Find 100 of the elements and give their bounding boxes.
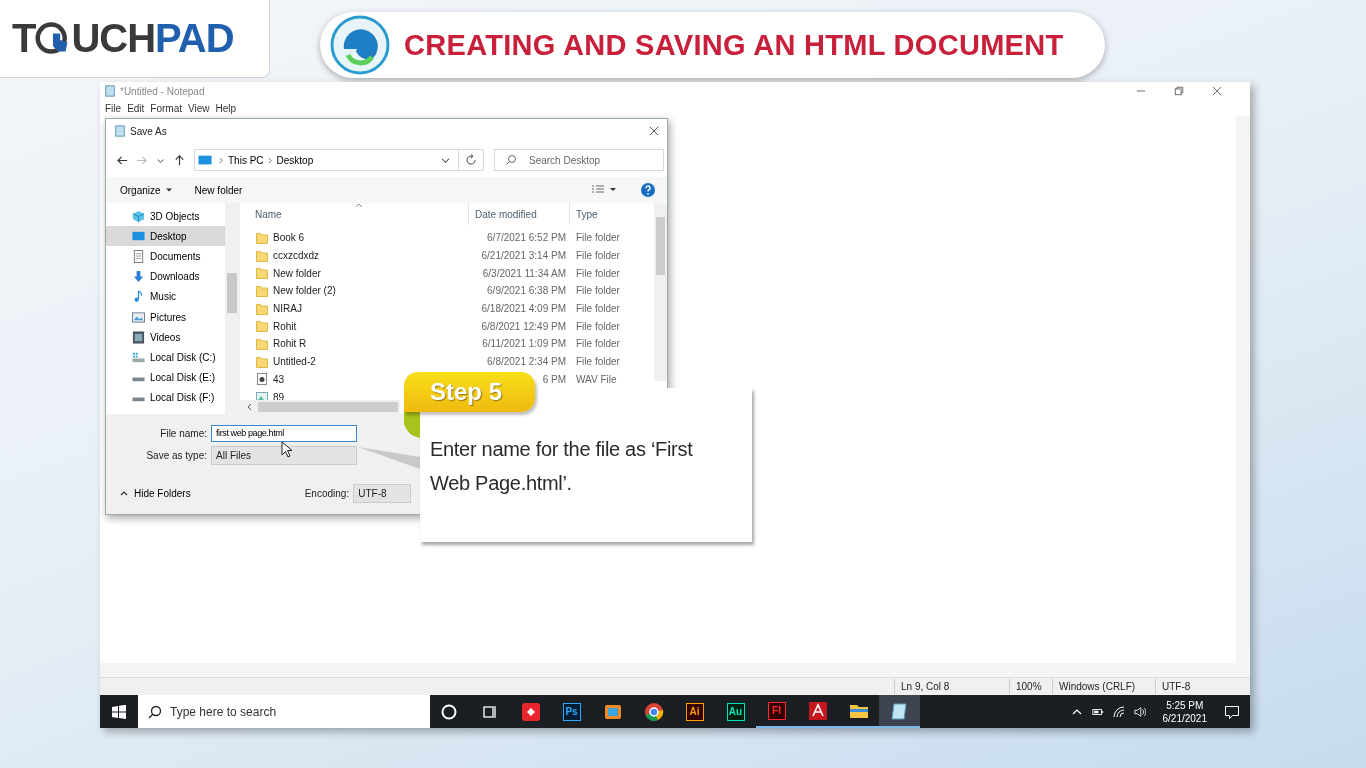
help-icon[interactable] bbox=[641, 183, 655, 197]
address-bar[interactable]: This PC Desktop bbox=[194, 149, 484, 171]
cube-icon bbox=[132, 209, 145, 223]
file-type-dropdown[interactable]: All Files bbox=[211, 445, 357, 465]
file-name[interactable]: Rohit bbox=[273, 320, 297, 332]
field-label: File name: bbox=[159, 427, 208, 439]
image-file-icon bbox=[256, 391, 268, 400]
column-header[interactable]: Name bbox=[240, 203, 469, 225]
cursor-icon bbox=[281, 441, 295, 459]
menu-item[interactable]: Format bbox=[147, 102, 186, 114]
folder-icon bbox=[256, 320, 268, 333]
pdf-app-icon bbox=[807, 700, 828, 721]
taskbar-app-button[interactable]: Ps bbox=[551, 695, 592, 728]
hide-folders-button[interactable]: Hide Folders bbox=[114, 486, 197, 500]
search-field[interactable]: Type here to search bbox=[138, 695, 430, 728]
date-modified: 6/8/2021 12:49 PM bbox=[481, 320, 566, 332]
caret-down-icon bbox=[164, 187, 173, 193]
taskbar-app-button[interactable]: Fl bbox=[756, 695, 797, 728]
menu-item[interactable]: Edit bbox=[124, 102, 148, 114]
nav-item[interactable]: Videos bbox=[106, 327, 225, 348]
download-arrow-icon bbox=[132, 270, 145, 284]
nav-item[interactable]: 3D Objects bbox=[106, 206, 225, 227]
nav-item[interactable]: Documents bbox=[106, 246, 225, 267]
nav-item[interactable]: Local Disk (C:) bbox=[106, 347, 225, 368]
dialog-title: Save As bbox=[130, 125, 167, 137]
chevron-up-icon bbox=[120, 490, 128, 496]
folder-icon bbox=[256, 355, 268, 368]
menu-item[interactable]: Help bbox=[212, 102, 240, 114]
date-modified: 6/3/2021 11:34 AM bbox=[482, 267, 566, 279]
desktop-icon bbox=[132, 229, 145, 243]
document-icon bbox=[132, 249, 145, 263]
date-modified: 6/7/2021 6:52 PM bbox=[487, 232, 566, 244]
file-name[interactable]: Untitled-2 bbox=[273, 356, 316, 368]
menu-item[interactable]: View bbox=[185, 102, 213, 114]
search-field[interactable]: Search Desktop bbox=[494, 149, 664, 171]
view-options-button[interactable] bbox=[591, 185, 617, 195]
taskbar-app-button[interactable] bbox=[879, 695, 920, 728]
close-button[interactable] bbox=[1212, 86, 1222, 96]
file-name[interactable]: Rohit R bbox=[273, 338, 307, 350]
notification-icon[interactable] bbox=[1224, 703, 1240, 720]
ribbon-fold-drawing bbox=[404, 410, 420, 438]
folder-icon bbox=[256, 231, 268, 244]
column-header[interactable]: Type bbox=[570, 203, 604, 225]
field-label: Save as type: bbox=[145, 449, 208, 461]
date-modified: 6 PM bbox=[542, 373, 566, 385]
breadcrumb-item[interactable]: This PC bbox=[228, 154, 264, 166]
file-name[interactable]: Book 6 bbox=[273, 232, 305, 244]
folder-icon bbox=[256, 302, 268, 315]
app-icon bbox=[520, 701, 541, 722]
swirl-icon bbox=[330, 15, 390, 75]
up-button[interactable] bbox=[173, 153, 186, 167]
status-text: Windows (CRLF) bbox=[1052, 679, 1155, 694]
breadcrumb-item[interactable]: Desktop bbox=[276, 154, 314, 166]
file-name[interactable]: 89 bbox=[273, 391, 285, 400]
nav-item[interactable]: Local Disk (F:) bbox=[106, 387, 225, 408]
sort-caret-icon bbox=[355, 203, 363, 208]
folder-icon bbox=[256, 284, 268, 297]
file-name[interactable]: 43 bbox=[273, 373, 285, 385]
file-name[interactable]: New folder bbox=[273, 267, 321, 279]
notepad-icon bbox=[114, 125, 126, 137]
new-folder-button[interactable]: New folder bbox=[190, 184, 247, 196]
nav-item[interactable]: Local Disk (E:) bbox=[106, 367, 225, 388]
circle-icon bbox=[439, 702, 458, 721]
monitor-icon bbox=[198, 154, 212, 166]
organize-button[interactable]: Organize bbox=[116, 184, 177, 196]
clock-button[interactable]: 5:25 PM 6/21/2021 bbox=[1154, 698, 1215, 725]
nav-item[interactable]: Desktop bbox=[106, 226, 225, 247]
file-type: File folder bbox=[576, 303, 620, 315]
caret-down-icon[interactable] bbox=[441, 156, 450, 164]
file-name[interactable]: ccxzcdxdz bbox=[273, 250, 320, 262]
callout-text: Enter name for the file as ‘First Web Page.html’. bbox=[430, 437, 694, 496]
file-name[interactable]: New folder (2) bbox=[273, 285, 336, 297]
step-badge: Step 5 bbox=[404, 372, 535, 412]
column-header[interactable]: Date modified bbox=[469, 203, 570, 225]
menu-item[interactable]: File bbox=[102, 102, 125, 114]
logo: T UCHPAD bbox=[12, 16, 234, 61]
volume-icon[interactable] bbox=[1133, 705, 1146, 718]
music-note-icon bbox=[132, 290, 145, 304]
taskbar-app-button[interactable]: Au bbox=[715, 695, 756, 728]
wifi-icon[interactable] bbox=[1112, 705, 1125, 718]
encoding-dropdown[interactable]: UTF-8 bbox=[353, 483, 412, 503]
file-type: File folder bbox=[576, 320, 620, 332]
callout-pointer bbox=[358, 447, 420, 469]
nav-item[interactable]: Downloads bbox=[106, 266, 225, 287]
window-title: *Untitled - Notepad bbox=[120, 85, 205, 97]
file-type: File folder bbox=[576, 250, 620, 262]
file-type: File folder bbox=[576, 267, 620, 279]
search-input[interactable]: Search Desktop bbox=[527, 153, 661, 167]
status-text: 100% bbox=[1009, 679, 1052, 694]
restore-button[interactable] bbox=[1174, 86, 1184, 96]
nav-item[interactable]: Pictures bbox=[106, 306, 225, 328]
search-input[interactable]: Type here to search bbox=[170, 696, 420, 727]
taskbar-app-button[interactable]: Ai bbox=[674, 695, 715, 728]
file-name[interactable]: NIRAJ bbox=[273, 303, 302, 315]
close-button[interactable] bbox=[649, 126, 659, 136]
file-type: WAV File bbox=[576, 373, 617, 385]
file-type: File folder bbox=[576, 285, 620, 297]
nav-item[interactable]: Music bbox=[106, 286, 225, 307]
chevron-right-icon bbox=[219, 156, 224, 164]
file-name-field[interactable]: first web page.html bbox=[211, 424, 357, 442]
